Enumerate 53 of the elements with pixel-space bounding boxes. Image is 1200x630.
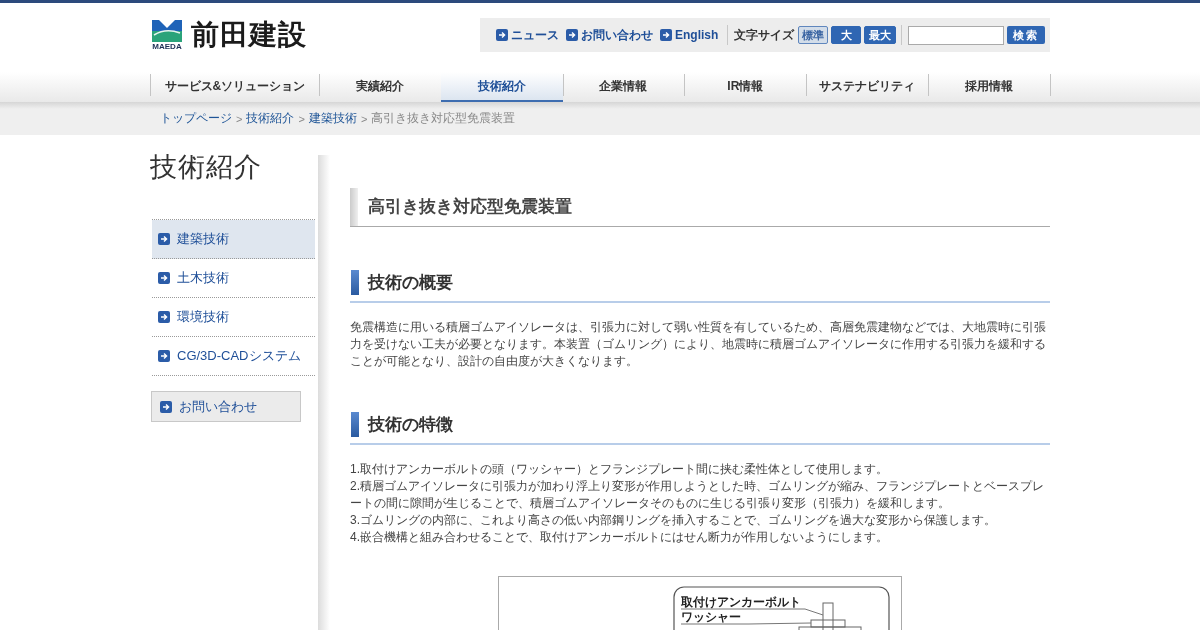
- breadcrumb-separator: >: [298, 112, 305, 125]
- font-size-label: 文字サイズ: [734, 26, 795, 44]
- feature-item: 1.取付けアンカーボルトの頭（ワッシャー）とフランジプレート間に挟む柔性体として使用します。: [350, 461, 889, 478]
- font-size-button[interactable]: 標準: [798, 26, 829, 44]
- arrow-icon: [158, 311, 170, 323]
- section-heading: 技術の特徴: [350, 412, 1050, 445]
- section-heading: 技術の概要: [350, 270, 1050, 303]
- nav-tab[interactable]: 実績紹介: [318, 72, 441, 102]
- page-title: 高引き抜き対応型免震装置: [350, 188, 1050, 227]
- nav-tab[interactable]: 技術紹介: [440, 72, 563, 102]
- sidebar-title: 技術紹介: [150, 151, 263, 184]
- arrow-icon: [660, 29, 672, 41]
- contact-button[interactable]: お問い合わせ: [151, 391, 301, 422]
- arrow-icon: [160, 400, 172, 413]
- logo-caption: MAEDA: [152, 43, 182, 51]
- logo-text[interactable]: 前田建設: [191, 20, 307, 50]
- sidebar-item[interactable]: CG/3D-CADシステム: [152, 337, 315, 376]
- sidebar-item[interactable]: 環境技術: [152, 298, 315, 337]
- font-size-button[interactable]: 最大: [864, 26, 897, 44]
- arrow-icon: [158, 233, 170, 245]
- header-link[interactable]: English: [660, 28, 719, 42]
- header-link[interactable]: お問い合わせ: [566, 26, 653, 44]
- feature-item: 2.積層ゴムアイソレータに引張力が加わり浮上り変形が作用しようとした時、ゴムリングが縮み、フランジプレートとベースプレートの間に隙間が生じることで、積層ゴムアイソレータそのものに生じる引張り変形（引張力）を緩和します。: [350, 478, 1045, 512]
- nav-tab[interactable]: 企業情報: [562, 72, 685, 102]
- nav-tab[interactable]: 採用情報: [928, 72, 1050, 102]
- search-field[interactable]: [908, 25, 1005, 45]
- nav-tab[interactable]: サービス&ソリューション: [151, 72, 319, 102]
- nav-tab[interactable]: サステナビリティ: [806, 72, 929, 102]
- breadcrumb-link[interactable]: トップページ: [160, 110, 232, 127]
- arrow-icon: [566, 29, 578, 41]
- arrow-icon: [496, 29, 508, 41]
- plate-shape: [798, 626, 862, 630]
- breadcrumb-separator: >: [236, 112, 243, 125]
- bolt-shape: [822, 602, 834, 630]
- font-size-button[interactable]: 大: [831, 26, 862, 44]
- diagram-label: ワッシャー: [681, 610, 741, 624]
- feature-item: 4.嵌合機構と組み合わせることで、取付けアンカーボルトにはせん断力が作用しないようにします。: [350, 529, 889, 546]
- arrow-icon: [158, 272, 170, 284]
- breadcrumb-link[interactable]: 建築技術: [308, 110, 357, 127]
- washer-shape: [810, 619, 846, 628]
- nav-tab[interactable]: IR情報: [684, 72, 807, 102]
- header-link[interactable]: ニュース: [496, 26, 559, 44]
- arrow-icon: [158, 350, 170, 362]
- search-button[interactable]: 検索: [1007, 26, 1046, 44]
- breadcrumb-current: 高引き抜き対応型免震装置: [371, 110, 516, 127]
- section-text: 免震構造に用いる積層ゴムアイソレータは、引張力に対して弱い性質を有しているため、高層免震建物などでは、大地震時に引張力を受けない工夫が必要となります。本装置（ゴムリング）により、地震時に積層ゴムアイソレータに作用する引張力を緩和することが可能となり、設計の自由度が大きくなります。: [350, 319, 1047, 370]
- breadcrumb-separator: >: [360, 112, 368, 125]
- logo-icon: [152, 20, 182, 42]
- breadcrumb-link[interactable]: 技術紹介: [246, 110, 295, 127]
- feature-item: 3.ゴムリングの内部に、これより高さの低い内部鋼リングを挿入することで、ゴムリングを過大な変形から保護します。: [350, 512, 997, 529]
- sidebar-item[interactable]: 建築技術: [152, 220, 315, 259]
- diagram-label: 取付けアンカーボルト: [681, 595, 801, 609]
- sidebar-item[interactable]: 土木技術: [152, 259, 315, 298]
